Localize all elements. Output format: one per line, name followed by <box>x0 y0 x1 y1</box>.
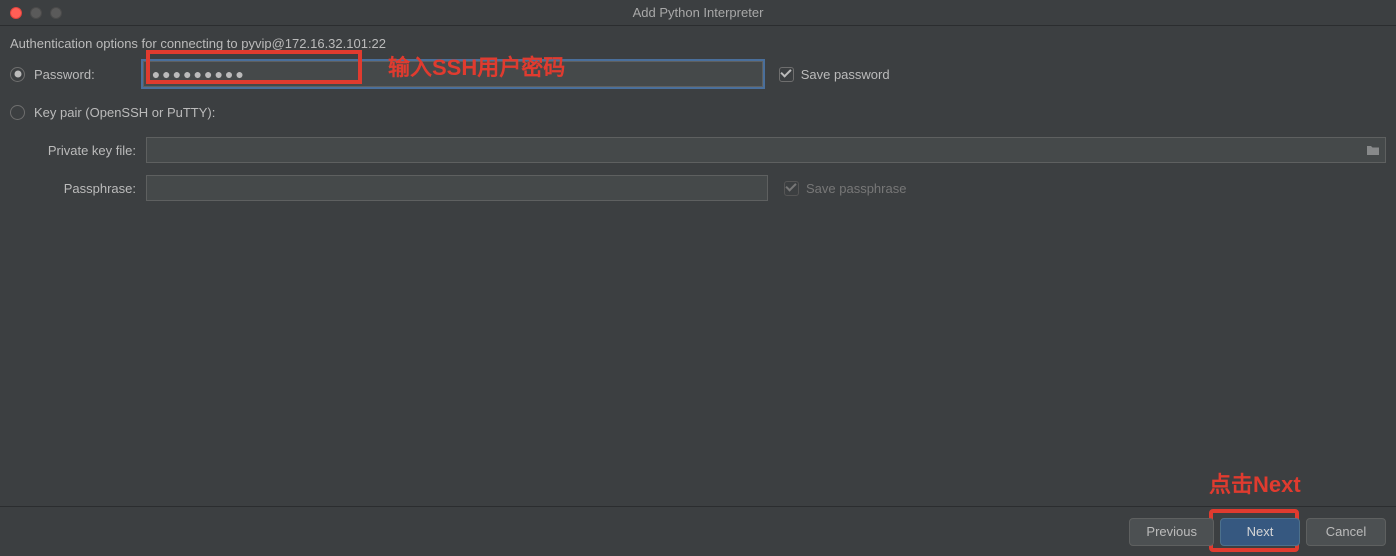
previous-button[interactable]: Previous <box>1129 518 1214 546</box>
content: Authentication options for connecting to… <box>0 26 1396 201</box>
close-window-icon[interactable] <box>10 7 22 19</box>
passphrase-input[interactable] <box>146 175 768 201</box>
private-key-label: Private key file: <box>10 143 146 158</box>
save-passphrase-label: Save passphrase <box>806 181 906 196</box>
window-title: Add Python Interpreter <box>633 5 764 20</box>
next-button[interactable]: Next <box>1220 518 1300 546</box>
minimize-window-icon <box>30 7 42 19</box>
browse-private-key-button[interactable] <box>1360 137 1386 163</box>
keypair-radio-label[interactable]: Key pair (OpenSSH or PuTTY): <box>34 105 215 120</box>
save-password-label[interactable]: Save password <box>801 67 890 82</box>
traffic-lights <box>0 7 62 19</box>
save-password-checkbox[interactable] <box>779 67 794 82</box>
password-radio-label[interactable]: Password: <box>34 67 95 82</box>
cancel-button[interactable]: Cancel <box>1306 518 1386 546</box>
maximize-window-icon <box>50 7 62 19</box>
keypair-radio[interactable] <box>10 105 25 120</box>
folder-icon <box>1366 145 1380 156</box>
password-input[interactable] <box>143 61 763 87</box>
button-bar: Previous Next Cancel <box>0 506 1396 556</box>
passphrase-label: Passphrase: <box>10 181 146 196</box>
save-passphrase-checkbox <box>784 181 799 196</box>
private-key-input[interactable] <box>146 137 1386 163</box>
password-radio[interactable] <box>10 67 25 82</box>
titlebar: Add Python Interpreter <box>0 0 1396 26</box>
annotation-next-text: 点击Next <box>1209 467 1301 499</box>
auth-subtitle: Authentication options for connecting to… <box>10 36 1386 51</box>
